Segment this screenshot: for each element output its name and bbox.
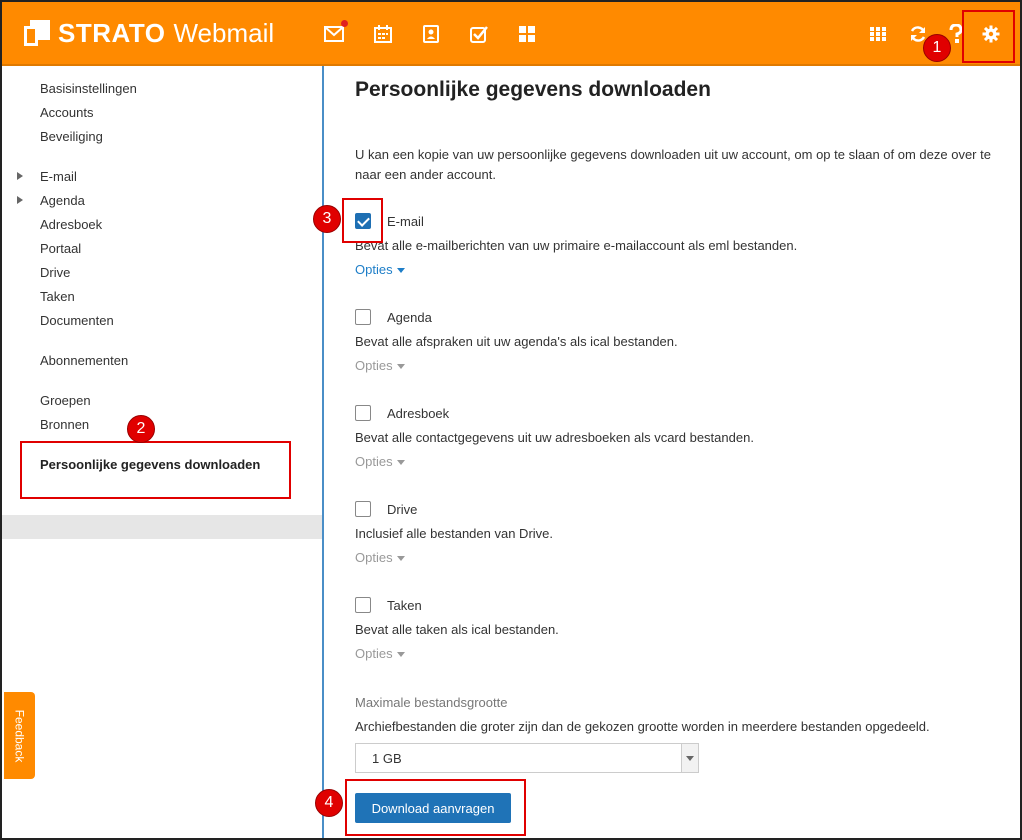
caret-down-icon xyxy=(396,268,405,274)
annotation-box-checkbox xyxy=(342,198,383,243)
chevron-down-icon[interactable] xyxy=(681,744,698,772)
sidebar-item-portaal[interactable]: Portaal xyxy=(40,239,81,259)
brand-product: Webmail xyxy=(173,17,275,48)
unread-dot xyxy=(341,20,348,27)
intro-line-2: naar een ander account. xyxy=(355,167,496,182)
sidebar-item-groepen[interactable]: Groepen xyxy=(40,391,91,411)
max-size-select[interactable]: 1 GB xyxy=(355,743,699,773)
sidebar-item-bronnen[interactable]: Bronnen xyxy=(40,415,89,435)
expand-arrow-icon[interactable] xyxy=(17,172,23,180)
annotation-marker-3: 3 xyxy=(313,205,341,233)
taken-options-link[interactable]: Opties xyxy=(355,646,405,661)
sidebar-item-documenten[interactable]: Documenten xyxy=(40,311,114,331)
intro-text: U kan een kopie van uw persoonlijke gege… xyxy=(355,145,1020,185)
tasks-icon[interactable] xyxy=(469,24,489,44)
annotation-box-settings xyxy=(962,10,1015,63)
taken-option-label: Taken xyxy=(387,598,422,613)
max-size-label: Maximale bestandsgrootte xyxy=(355,695,508,710)
caret-down-icon xyxy=(396,364,405,370)
email-options-label: Opties xyxy=(355,262,393,277)
drive-option-label: Drive xyxy=(387,502,418,517)
adresboek-options-link[interactable]: Opties xyxy=(355,454,405,469)
sidebar-item-abonnementen[interactable]: Abonnementen xyxy=(40,351,128,371)
taken-checkbox[interactable] xyxy=(355,597,371,613)
caret-down-icon xyxy=(396,652,405,658)
agenda-checkbox[interactable] xyxy=(355,309,371,325)
sidebar-item-taken[interactable]: Taken xyxy=(40,287,75,307)
taken-option-desc: Bevat alle taken als ical bestanden. xyxy=(355,622,559,637)
max-size-value: 1 GB xyxy=(372,751,402,766)
sidebar-item-accounts[interactable]: Accounts xyxy=(40,103,93,123)
max-size-desc: Archiefbestanden die groter zijn dan de … xyxy=(355,719,930,734)
taken-options-label: Opties xyxy=(355,646,393,661)
caret-down-icon xyxy=(396,460,405,466)
adresboek-options-label: Opties xyxy=(355,454,393,469)
email-option-desc: Bevat alle e-mailberichten van uw primai… xyxy=(355,238,798,253)
top-bar: STRATO Webmail xyxy=(2,2,1020,66)
annotation-marker-4: 4 xyxy=(315,789,343,817)
intro-line-1: U kan een kopie van uw persoonlijke gege… xyxy=(355,147,991,162)
expand-arrow-icon[interactable] xyxy=(17,196,23,204)
agenda-options-link[interactable]: Opties xyxy=(355,358,405,373)
sidebar-item-basisinstellingen[interactable]: Basisinstellingen xyxy=(40,79,137,99)
sidebar-item-drive[interactable]: Drive xyxy=(40,263,70,283)
adresboek-option-label: Adresboek xyxy=(387,406,450,421)
mail-icon[interactable] xyxy=(324,20,348,44)
drive-options-label: Opties xyxy=(355,550,393,565)
strato-logo-icon xyxy=(24,20,50,46)
brand-name: STRATO xyxy=(58,17,166,48)
drive-option-desc: Inclusief alle bestanden van Drive. xyxy=(355,526,554,541)
adresboek-checkbox[interactable] xyxy=(355,405,371,421)
agenda-option-label: Agenda xyxy=(387,310,432,325)
sidebar-item-adresboek[interactable]: Adresboek xyxy=(40,215,102,235)
annotation-marker-2: 2 xyxy=(127,415,155,443)
strato-logo[interactable]: STRATO Webmail xyxy=(24,18,274,48)
feedback-label: Feedback xyxy=(12,709,27,762)
annotation-box-sidebar xyxy=(20,441,291,499)
sidebar-item-email[interactable]: E-mail xyxy=(40,167,77,187)
sidebar-item-beveiliging[interactable]: Beveiliging xyxy=(40,127,103,147)
drive-options-link[interactable]: Opties xyxy=(355,550,405,565)
sidebar-active-highlight xyxy=(2,515,322,539)
caret-down-icon xyxy=(396,556,405,562)
agenda-options-label: Opties xyxy=(355,358,393,373)
window-frame: STRATO Webmail Basisinstellingen Account… xyxy=(0,0,1022,840)
calendar-icon[interactable] xyxy=(373,24,393,44)
annotation-marker-1: 1 xyxy=(923,34,951,62)
dashboard-icon[interactable] xyxy=(517,24,537,44)
email-options-link[interactable]: Opties xyxy=(355,262,405,277)
agenda-option-desc: Bevat alle afspraken uit uw agenda's als… xyxy=(355,334,678,349)
apps-grid-icon[interactable] xyxy=(868,24,888,44)
sidebar-item-agenda[interactable]: Agenda xyxy=(40,191,85,211)
contacts-icon[interactable] xyxy=(421,24,441,44)
feedback-tab[interactable]: Feedback xyxy=(4,692,35,779)
page-title: Persoonlijke gegevens downloaden xyxy=(355,78,711,101)
main-content: Persoonlijke gegevens downloaden U kan e… xyxy=(324,66,1020,838)
annotation-box-download xyxy=(345,779,526,836)
adresboek-option-desc: Bevat alle contactgegevens uit uw adresb… xyxy=(355,430,754,445)
email-option-label: E-mail xyxy=(387,214,424,229)
drive-checkbox[interactable] xyxy=(355,501,371,517)
